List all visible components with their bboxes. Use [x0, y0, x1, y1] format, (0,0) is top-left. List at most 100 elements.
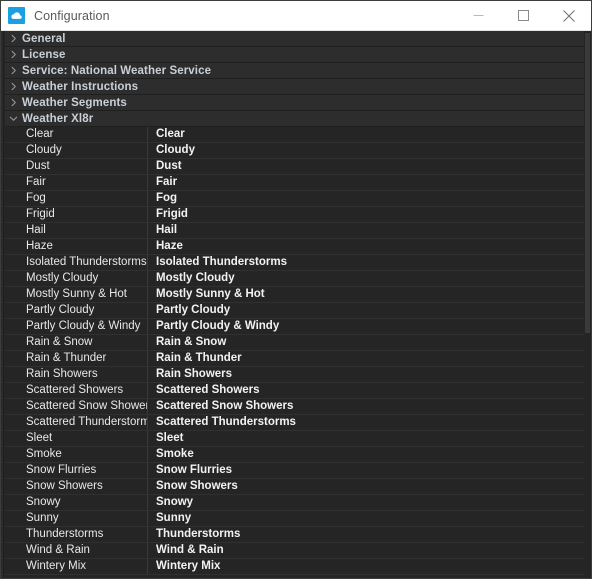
row-value[interactable]: Wind & Rain — [148, 543, 584, 558]
row-value[interactable]: Scattered Snow Showers — [148, 399, 584, 414]
close-icon[interactable] — [546, 1, 591, 31]
settings-tree[interactable]: General License Service: National Weather … — [5, 31, 584, 578]
tree-category-label: Service: National Weather Service — [22, 64, 212, 77]
row-value[interactable]: Frigid — [148, 207, 584, 222]
tree-category-weather-segments[interactable]: Weather Segments — [5, 95, 584, 111]
row-key: Partly Cloudy & Windy — [5, 319, 148, 334]
table-row[interactable]: Scattered Showers Scattered Showers — [5, 383, 584, 399]
row-value[interactable]: Partly Cloudy & Windy — [148, 319, 584, 334]
chevron-right-icon[interactable] — [5, 63, 22, 79]
table-row[interactable]: Mostly Sunny & Hot Mostly Sunny & Hot — [5, 287, 584, 303]
row-value[interactable]: Mostly Cloudy — [148, 271, 584, 286]
row-value[interactable]: Hail — [148, 223, 584, 238]
row-value[interactable]: Snowy — [148, 495, 584, 510]
window-controls — [456, 1, 591, 31]
row-key: Isolated Thunderstorms — [5, 255, 148, 270]
chevron-right-icon[interactable] — [5, 95, 22, 111]
table-row[interactable]: Scattered Snow Showers Scattered Snow Sho… — [5, 399, 584, 415]
table-row[interactable]: Hail Hail — [5, 223, 584, 239]
row-key: Hail — [5, 223, 148, 238]
table-row[interactable]: Thunderstorms Thunderstorms — [5, 527, 584, 543]
chevron-down-icon[interactable] — [5, 111, 22, 127]
row-value[interactable]: Dust — [148, 159, 584, 174]
table-row[interactable]: Dust Dust — [5, 159, 584, 175]
row-key: Thunderstorms — [5, 527, 148, 542]
row-value[interactable]: Thunderstorms — [148, 527, 584, 542]
row-value[interactable]: Rain & Thunder — [148, 351, 584, 366]
row-key: Wintery Mix — [5, 559, 148, 574]
table-row[interactable]: Isolated Thunderstorms Isolated Thunderst… — [5, 255, 584, 271]
vertical-scrollbar-thumb[interactable] — [585, 33, 590, 333]
row-key: Rain & Thunder — [5, 351, 148, 366]
maximize-icon[interactable] — [501, 1, 546, 31]
row-value[interactable]: Sleet — [148, 431, 584, 446]
row-value[interactable]: Smoke — [148, 447, 584, 462]
table-row[interactable]: Sleet Sleet — [5, 431, 584, 447]
tree-category-license[interactable]: License — [5, 47, 584, 63]
tree-category-general[interactable]: General — [5, 31, 584, 47]
row-key: Frigid — [5, 207, 148, 222]
window-title: Configuration — [34, 8, 110, 23]
vertical-scrollbar[interactable] — [584, 31, 591, 578]
row-key: Rain Showers — [5, 367, 148, 382]
tree-category-label: Weather Segments — [22, 96, 127, 109]
table-row[interactable]: Fog Fog — [5, 191, 584, 207]
row-key: Snow Flurries — [5, 463, 148, 478]
row-value[interactable]: Scattered Thunderstorms — [148, 415, 584, 430]
tree-category-weather-instructions[interactable]: Weather Instructions — [5, 79, 584, 95]
tree-left-rail — [1, 31, 4, 578]
row-key: Snowy — [5, 495, 148, 510]
table-row[interactable]: Mostly Cloudy Mostly Cloudy — [5, 271, 584, 287]
table-row[interactable]: Rain & Snow Rain & Snow — [5, 335, 584, 351]
table-row[interactable]: Wind & Rain Wind & Rain — [5, 543, 584, 559]
table-row[interactable]: Clear Clear — [5, 127, 584, 143]
row-value[interactable]: Scattered Showers — [148, 383, 584, 398]
table-row[interactable]: Smoke Smoke — [5, 447, 584, 463]
tree-category-label: General — [22, 32, 66, 45]
row-value[interactable]: Isolated Thunderstorms — [148, 255, 584, 270]
row-value[interactable]: Rain Showers — [148, 367, 584, 382]
table-row[interactable]: Scattered Thunderstorms Scattered Thunder… — [5, 415, 584, 431]
row-key: Mostly Sunny & Hot — [5, 287, 148, 302]
row-value[interactable]: Rain & Snow — [148, 335, 584, 350]
tree-category-label: Weather Xl8r — [22, 112, 94, 125]
row-key: Wind & Rain — [5, 543, 148, 558]
chevron-right-icon[interactable] — [5, 79, 22, 95]
minimize-icon[interactable] — [456, 1, 501, 31]
row-value[interactable]: Wintery Mix — [148, 559, 584, 574]
table-row[interactable]: Rain & Thunder Rain & Thunder — [5, 351, 584, 367]
row-value[interactable]: Mostly Sunny & Hot — [148, 287, 584, 302]
tree-category-service-national-weather-service[interactable]: Service: National Weather Service — [5, 63, 584, 79]
row-value[interactable]: Fog — [148, 191, 584, 206]
row-value[interactable]: Snow Flurries — [148, 463, 584, 478]
table-row[interactable]: Snowy Snowy — [5, 495, 584, 511]
table-row[interactable]: Cloudy Cloudy — [5, 143, 584, 159]
table-row[interactable]: Haze Haze — [5, 239, 584, 255]
table-row[interactable]: Rain Showers Rain Showers — [5, 367, 584, 383]
row-value[interactable]: Fair — [148, 175, 584, 190]
table-row[interactable]: Fair Fair — [5, 175, 584, 191]
row-key: Clear — [5, 127, 148, 142]
table-row[interactable]: Sunny Sunny — [5, 511, 584, 527]
tree-category-weather-xl8r[interactable]: Weather Xl8r — [5, 111, 584, 127]
table-row[interactable]: Wintery Mix Wintery Mix — [5, 559, 584, 575]
row-key: Sunny — [5, 511, 148, 526]
row-value[interactable]: Clear — [148, 127, 584, 142]
row-value[interactable]: Haze — [148, 239, 584, 254]
chevron-right-icon[interactable] — [5, 47, 22, 63]
row-key: Scattered Thunderstorms — [5, 415, 148, 430]
row-value[interactable]: Cloudy — [148, 143, 584, 158]
row-value[interactable]: Partly Cloudy — [148, 303, 584, 318]
row-value[interactable]: Snow Showers — [148, 479, 584, 494]
table-row[interactable]: Frigid Frigid — [5, 207, 584, 223]
titlebar[interactable]: Configuration — [1, 1, 591, 31]
table-row[interactable]: Partly Cloudy & Windy Partly Cloudy & Win… — [5, 319, 584, 335]
chevron-right-icon[interactable] — [5, 31, 22, 47]
table-row[interactable]: Snow Flurries Snow Flurries — [5, 463, 584, 479]
row-key: Partly Cloudy — [5, 303, 148, 318]
row-key: Mostly Cloudy — [5, 271, 148, 286]
row-key: Haze — [5, 239, 148, 254]
row-value[interactable]: Sunny — [148, 511, 584, 526]
table-row[interactable]: Snow Showers Snow Showers — [5, 479, 584, 495]
table-row[interactable]: Partly Cloudy Partly Cloudy — [5, 303, 584, 319]
